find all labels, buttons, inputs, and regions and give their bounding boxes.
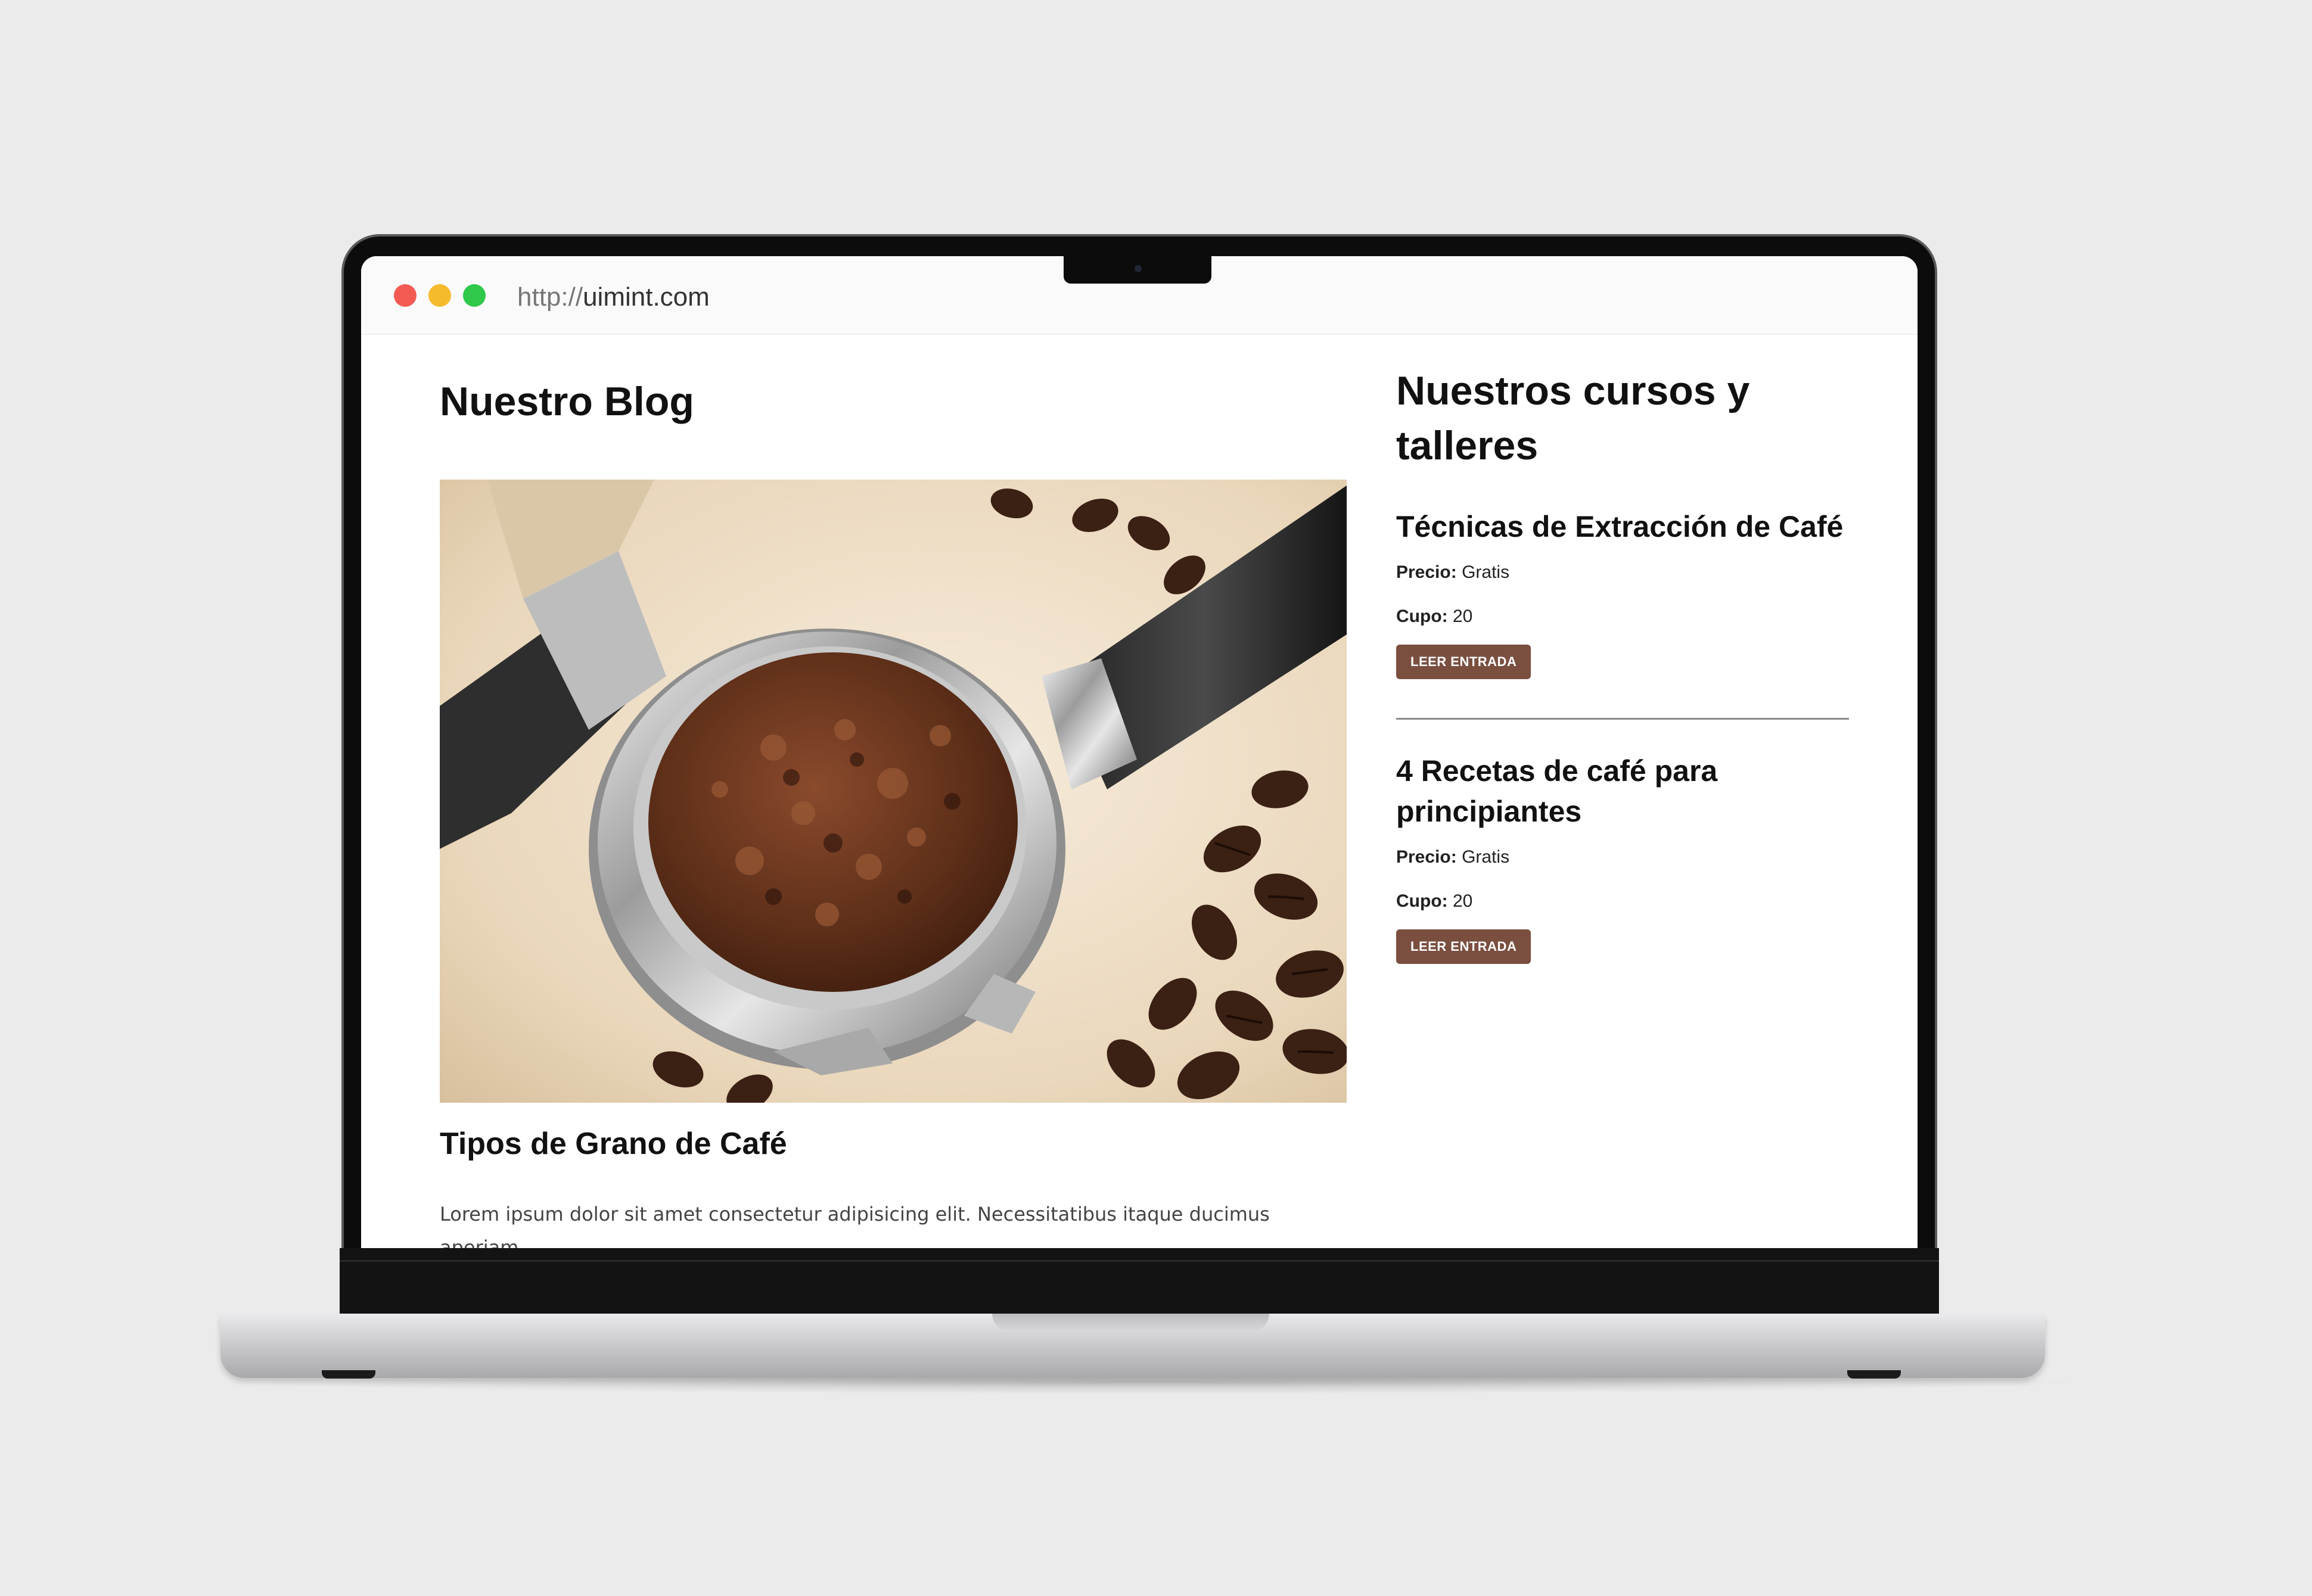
close-window-icon[interactable] bbox=[394, 284, 417, 307]
laptop-chin bbox=[340, 1248, 1939, 1314]
course-divider bbox=[1396, 718, 1849, 720]
read-entry-button[interactable]: Leer Entrada bbox=[1396, 645, 1531, 679]
laptop-screen: http://uimint.com Nuestro Blog Tipos de … bbox=[361, 256, 1918, 1248]
blog-post-excerpt: Lorem ipsum dolor sit amet consectetur a… bbox=[440, 1203, 1270, 1248]
course-seats-label: Cupo: bbox=[1396, 891, 1448, 911]
portafilter-coffee-illustration bbox=[440, 480, 1347, 1103]
blog-post-image[interactable] bbox=[440, 480, 1347, 1103]
minimize-window-icon[interactable] bbox=[428, 284, 451, 307]
course-price-value: Gratis bbox=[1462, 847, 1510, 867]
course-price-value: Gratis bbox=[1462, 562, 1510, 582]
blog-post-title[interactable]: Tipos de Grano de Café bbox=[440, 1126, 787, 1162]
laptop-foot-right bbox=[1847, 1370, 1901, 1379]
courses-heading: Nuestros cursos y talleres bbox=[1396, 368, 1750, 468]
url-protocol: http:// bbox=[517, 282, 583, 312]
read-entry-button[interactable]: Leer Entrada bbox=[1396, 929, 1531, 964]
course-seats-label: Cupo: bbox=[1396, 606, 1448, 626]
camera-icon bbox=[1135, 265, 1142, 272]
course-card-2: 4 Recetas de café para principiantes Pre… bbox=[1396, 751, 1849, 964]
course-seats-value: 20 bbox=[1452, 891, 1473, 911]
course-seats-value: 20 bbox=[1452, 606, 1473, 626]
address-bar[interactable]: http://uimint.com bbox=[517, 282, 710, 312]
maximize-window-icon[interactable] bbox=[463, 284, 486, 307]
course-price-label: Precio: bbox=[1396, 847, 1457, 867]
course-seats: Cupo: 20 bbox=[1396, 606, 1849, 627]
course-price-label: Precio: bbox=[1396, 562, 1457, 582]
course-title: 4 Recetas de café para principiantes bbox=[1396, 754, 1718, 828]
laptop-foot-left bbox=[322, 1370, 375, 1379]
course-seats: Cupo: 20 bbox=[1396, 891, 1849, 911]
blog-heading: Nuestro Blog bbox=[440, 379, 694, 424]
course-price: Precio: Gratis bbox=[1396, 847, 1849, 867]
laptop-opening-groove bbox=[992, 1314, 1269, 1331]
course-card-1: Técnicas de Extracción de Café Precio: G… bbox=[1396, 506, 1849, 679]
laptop-hinge-line bbox=[340, 1260, 1939, 1262]
course-price: Precio: Gratis bbox=[1396, 562, 1849, 583]
url-host: uimint.com bbox=[583, 282, 710, 312]
course-title: Técnicas de Extracción de Café bbox=[1396, 510, 1844, 543]
